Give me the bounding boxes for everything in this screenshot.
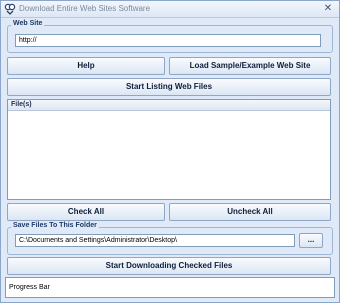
check-all-button[interactable]: Check All (7, 203, 165, 221)
file-list[interactable]: File(s) (7, 99, 331, 200)
title-bar[interactable]: Download Entire Web Sites Software ✕ (1, 1, 339, 18)
main-window: Download Entire Web Sites Software ✕ Web… (0, 0, 340, 303)
load-sample-button[interactable]: Load Sample/Example Web Site (169, 57, 331, 75)
browse-button[interactable]: ... (299, 233, 323, 248)
close-icon[interactable]: ✕ (321, 3, 335, 15)
file-list-header[interactable]: File(s) (8, 100, 330, 111)
window-title: Download Entire Web Sites Software (19, 4, 151, 13)
app-icon (4, 3, 16, 15)
start-listing-button[interactable]: Start Listing Web Files (7, 78, 331, 96)
progress-bar: Progress Bar (5, 277, 335, 298)
start-downloading-button[interactable]: Start Downloading Checked Files (7, 257, 331, 275)
uncheck-all-button[interactable]: Uncheck All (169, 203, 331, 221)
help-button[interactable]: Help (7, 57, 165, 75)
save-folder-input[interactable]: C:\Documents and Settings\Administrator\… (15, 234, 295, 247)
save-folder-group-label: Save Files To This Folder (11, 222, 99, 229)
website-url-input[interactable]: http:// (15, 34, 321, 47)
website-group-label: Web Site (11, 20, 45, 27)
